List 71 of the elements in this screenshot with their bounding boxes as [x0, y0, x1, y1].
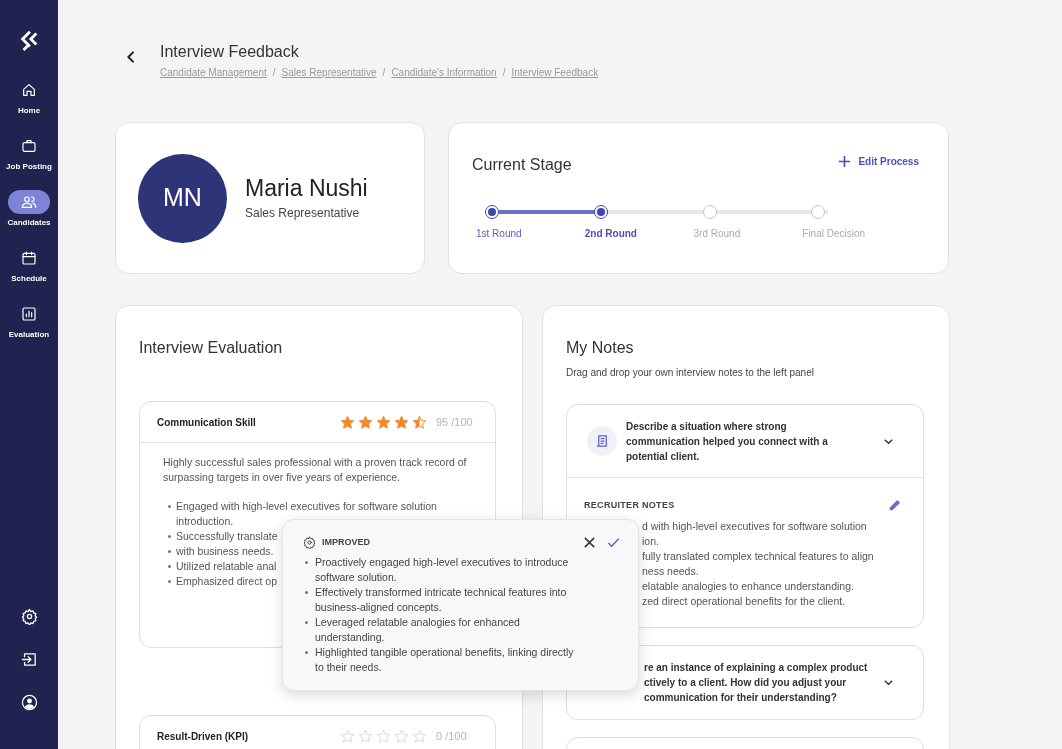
document-icon	[587, 426, 617, 456]
avatar: MN	[138, 153, 227, 243]
note-text: zed direct operational benefits for the client.	[642, 594, 847, 609]
card-title: Current Stage	[472, 155, 572, 175]
step-label[interactable]: 1st Round	[476, 226, 522, 241]
step-label[interactable]: 2nd Round	[584, 226, 637, 241]
sidebar-item[interactable]: Home	[8, 78, 50, 117]
criterion-name: Communication Skill	[157, 415, 256, 430]
bullet-text: Proactively engaged high-level executives to introduce software solution.	[315, 554, 570, 585]
logo-icon	[18, 28, 40, 52]
star-icon	[412, 414, 427, 430]
calendar-icon	[21, 250, 37, 266]
bullet-text: Successfully translate	[176, 529, 278, 544]
gear-icon	[303, 536, 316, 550]
bullet-text: with business needs.	[176, 544, 274, 559]
candidate-role: Sales Representative	[245, 205, 361, 222]
star-icon	[412, 729, 427, 744]
question-text: ctively to a client. How did you adjust your	[644, 676, 848, 690]
people-icon	[21, 194, 37, 210]
profile-icon[interactable]	[20, 694, 38, 711]
notes-label: RECRUITER NOTES	[584, 498, 675, 512]
briefcase-icon	[21, 138, 37, 154]
breadcrumb-separator: /	[502, 66, 506, 80]
star-icon	[358, 414, 373, 430]
check-icon[interactable]	[607, 536, 620, 550]
note-text: elatable analogies to enhance understanding.	[642, 579, 855, 594]
plus-icon	[838, 155, 852, 168]
bullet-text: Effectively transformed intricate technical features into business-aligned concepts.	[315, 584, 568, 615]
edit-process-button[interactable]: Edit Process	[838, 154, 919, 169]
bullet-text: Utilized relatable anal	[176, 559, 277, 574]
star-icon	[376, 414, 391, 430]
bullet-text: Engaged with high-level executives for software solution introduction.	[176, 499, 438, 529]
pencil-icon[interactable]	[887, 498, 902, 513]
home-icon	[21, 82, 37, 98]
star-icon	[340, 729, 355, 744]
card-subtitle: Drag and drop your own interview notes to the left panel	[566, 366, 815, 380]
card-title: Interview Evaluation	[139, 338, 284, 358]
note-text: ness needs.	[642, 564, 700, 579]
question-header[interactable]: Describe a situation where strong communication helped you connect with a potential client.	[567, 405, 923, 478]
bullet-text: Emphasized direct op	[176, 574, 277, 589]
note-text: ion.	[642, 534, 660, 549]
settings-icon[interactable]	[20, 608, 38, 625]
criterion-name: Result-Driven (KPI)	[157, 730, 249, 744]
breadcrumb-separator: /	[272, 66, 276, 80]
breadcrumb-separator: /	[382, 66, 386, 80]
score-text: 95 /100	[436, 414, 474, 430]
question-text: communication for their understanding?	[644, 691, 838, 705]
suggestion-label: IMPROVED	[322, 536, 371, 549]
note-text: d with high-level executives for software solution	[642, 519, 868, 534]
candidate-name: Maria Nushi	[245, 174, 368, 202]
logout-icon[interactable]	[20, 651, 38, 668]
close-icon[interactable]	[583, 536, 596, 550]
card-title: My Notes	[566, 338, 635, 358]
sidebar-item[interactable]: Schedule	[8, 246, 50, 285]
star-icon	[376, 729, 391, 744]
note-text: fully translated complex technical features to align	[642, 549, 875, 564]
star-rating[interactable]	[340, 414, 427, 430]
question-text: Describe a situation where strong communication helped you connect with a potential client.	[626, 419, 829, 464]
star-icon	[394, 414, 409, 430]
summary-text: Highly successful sales professional with a proven track record of surpassing targets in over five years of experience.	[163, 455, 468, 485]
sidebar-item[interactable]: Evaluation	[8, 302, 50, 341]
star-icon	[394, 729, 409, 744]
page-title: Interview Feedback	[160, 42, 300, 62]
score-text: 0 /100	[436, 729, 468, 745]
bullet-text: Leveraged relatable analogies for enhanced understanding.	[315, 614, 521, 645]
question-text: re an instance of explaining a complex product	[644, 661, 869, 675]
star-icon	[340, 414, 355, 430]
sidebar-item[interactable]: Job Posting	[6, 134, 52, 173]
star-rating[interactable]	[340, 729, 427, 744]
chart-icon	[21, 306, 37, 322]
star-icon	[358, 729, 373, 744]
